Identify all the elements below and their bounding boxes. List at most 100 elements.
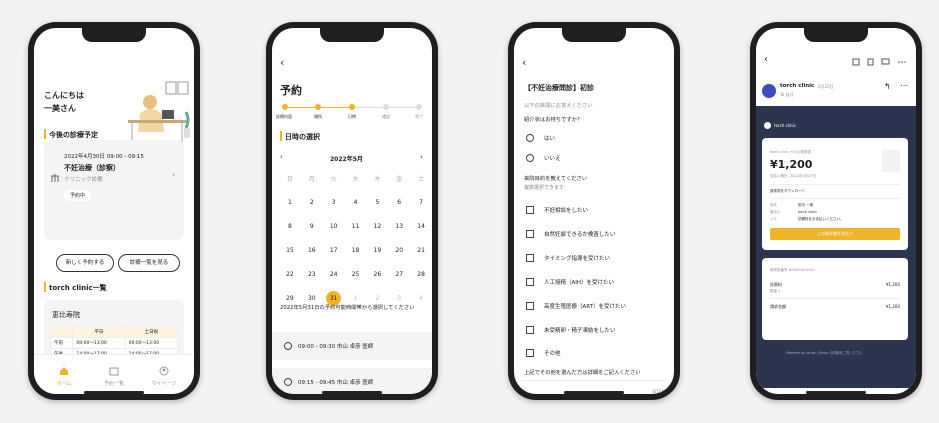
chevron-right-icon: ›	[172, 170, 176, 179]
table-cell: 09:00〜13:00	[124, 337, 179, 349]
calendar-day[interactable]: 9	[301, 214, 323, 238]
new-booking-button[interactable]: 新しく予約する	[56, 254, 114, 272]
weekday-label: 日	[286, 175, 293, 183]
screenshot-stage: こんにちは 一美さん 今後の診療予定 2022年4月30日 09:00 - 09…	[0, 0, 939, 423]
step-dot	[416, 104, 422, 110]
radio-icon	[284, 378, 292, 386]
calendar-day[interactable]: 3	[323, 190, 345, 214]
calendar-day[interactable]: 1	[279, 190, 301, 214]
radio-no[interactable]	[526, 154, 534, 162]
calendar-day[interactable]: 14	[410, 214, 432, 238]
home-indicator	[564, 391, 624, 394]
invoice-detail-card: 請求書番号 #000000-0001 診察料 数量 1 ¥1,200 請求金額 …	[762, 258, 908, 340]
option-label: 高度生殖医療（ART）を受けたい	[544, 304, 627, 310]
checkbox[interactable]	[526, 206, 534, 214]
option-label: 自然妊娠できるか検査したい	[544, 232, 616, 238]
calendar-day[interactable]: 22	[279, 262, 301, 286]
step-label: 場所	[314, 114, 322, 119]
invoice-thumbnail-icon	[882, 150, 900, 172]
back-icon[interactable]: ‹	[764, 54, 768, 65]
more-icon[interactable]	[898, 61, 900, 63]
clinic-icon	[51, 174, 59, 182]
nav-mypage[interactable]: マイページ	[150, 361, 178, 387]
nav-home[interactable]: ホーム	[52, 361, 76, 387]
pay-button[interactable]: この請求書を支払う	[770, 228, 900, 240]
appt-clinic: クリニック診療	[64, 177, 103, 183]
radio-yes[interactable]	[526, 134, 534, 142]
checkbox[interactable]	[526, 278, 534, 286]
time-slot[interactable]: 09:00 - 09:30 市山 卓彦 医師	[272, 332, 432, 360]
booking-screen: ‹ 予約 診療内容 場所 日時 確認 完了 日時の選択 ‹ 2022年5月 › …	[272, 28, 432, 394]
calendar-day[interactable]: 27	[388, 262, 410, 286]
invoice-number: 請求書番号 #000000-0001	[770, 268, 816, 272]
hero-illustration	[128, 81, 190, 142]
calendar-day[interactable]: 25	[345, 262, 367, 286]
calendar-day[interactable]: 19	[366, 238, 388, 262]
checkbox[interactable]	[526, 302, 534, 310]
checkbox[interactable]	[526, 254, 534, 262]
calendar-day[interactable]: 20	[388, 238, 410, 262]
calendar-day[interactable]: 23	[301, 262, 323, 286]
section-title: 日時の選択	[285, 133, 320, 141]
next-month-icon[interactable]: ›	[420, 153, 423, 161]
form-title: 【不妊治療問診】初診	[524, 84, 594, 92]
option-label: 不妊相談をしたい	[544, 208, 589, 214]
option-label: その他	[544, 351, 561, 357]
calendar-day[interactable]: 13	[388, 214, 410, 238]
table-cell: 午前	[49, 337, 74, 349]
back-chevron-icon[interactable]: ‹	[280, 56, 284, 69]
nav-bookings[interactable]: 予約一覧	[102, 361, 126, 387]
notch	[562, 28, 626, 42]
more-icon[interactable]: ⋯	[900, 81, 908, 90]
archive-icon[interactable]	[852, 58, 860, 66]
calendar-day[interactable]: 4	[345, 190, 367, 214]
calendar-day[interactable]: 11	[345, 214, 367, 238]
mail-icon[interactable]	[881, 58, 890, 65]
footer: Powered by stripe | Stripe の詳細をご覧ください	[786, 351, 863, 355]
calendar-day[interactable]: 28	[410, 262, 432, 286]
weekday-label: 木	[374, 175, 381, 183]
greeting: こんにちは	[44, 91, 84, 100]
step-dot	[282, 104, 288, 110]
line-amount: ¥1,200	[886, 282, 900, 287]
checkbox[interactable]	[526, 349, 534, 357]
calendar-day[interactable]: 21	[410, 238, 432, 262]
calendar-day[interactable]: 15	[279, 238, 301, 262]
calendar-icon	[109, 367, 119, 376]
detail-value: 診察料をお支払いください。	[798, 217, 844, 221]
form-intro: 以下の質問にお答えください	[524, 103, 593, 109]
table-row: 午前 09:00〜13:00 09:00〜13:00	[49, 337, 179, 349]
back-chevron-icon[interactable]: ‹	[522, 56, 526, 69]
calendar-day[interactable]: 12	[366, 214, 388, 238]
detail-label: 宛先	[770, 203, 777, 207]
trash-icon[interactable]	[867, 58, 874, 66]
question-2: 来院目的を教えてください	[524, 176, 588, 182]
email-screen: ‹ torch clinic 2月25日 To 自分 ↰ ⋯ torch cli…	[756, 28, 916, 394]
checkbox[interactable]	[526, 326, 534, 334]
calendar-day[interactable]: 17	[323, 238, 345, 262]
calendar-day[interactable]: 6	[388, 190, 410, 214]
calendar-day[interactable]: 16	[301, 238, 323, 262]
table-header	[49, 326, 74, 338]
prev-month-icon[interactable]: ‹	[280, 153, 283, 161]
total-amount: ¥1,200	[886, 304, 900, 309]
calendar-day[interactable]: 26	[366, 262, 388, 286]
table-cell: 09:00〜13:00	[72, 337, 126, 349]
checkbox[interactable]	[526, 230, 534, 238]
appointment-card[interactable]: 2022年4月30日 09:00 - 09:15 不妊治療（診察） クリニック診…	[44, 140, 184, 240]
weekday-label: 水	[352, 175, 359, 183]
calendar-day[interactable]: 5	[366, 190, 388, 214]
step-label: 完了	[415, 114, 423, 119]
calendar-day[interactable]: 10	[323, 214, 345, 238]
invoice-body: torch clinic torch clinic からの請求書 ¥1,200 …	[756, 106, 916, 388]
reply-icon[interactable]: ↰	[884, 82, 891, 91]
download-link[interactable]: 請求書をダウンロード	[770, 189, 805, 194]
weekday-label: 月	[308, 175, 315, 183]
calendar-day[interactable]: 18	[345, 238, 367, 262]
calendar-day[interactable]: 8	[279, 214, 301, 238]
calendar-day[interactable]: 2	[301, 190, 323, 214]
option-label: タイミング指導を受けたい	[544, 256, 611, 262]
calendar-day[interactable]: 24	[323, 262, 345, 286]
calendar-day[interactable]: 7	[410, 190, 432, 214]
booking-list-button[interactable]: 診療一覧を見る	[118, 254, 180, 272]
